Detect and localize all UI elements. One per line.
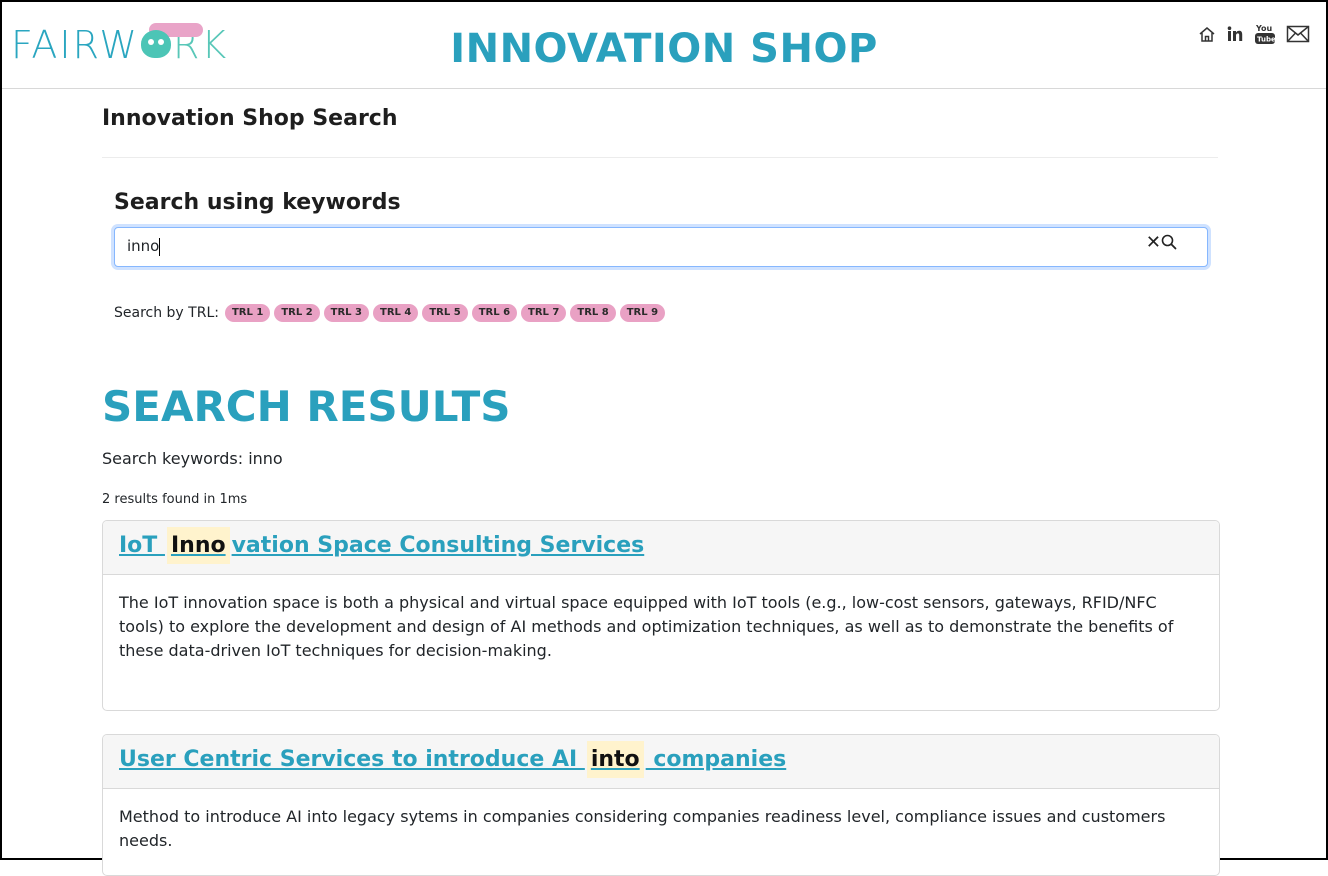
social-links: You Tube [1198,22,1310,46]
result-description: The IoT innovation space is both a physi… [119,593,1174,660]
search-input[interactable]: inno [127,237,1127,256]
results-count: 2 results found in 1ms [102,492,248,507]
trl-badge-8[interactable]: TRL 8 [570,304,616,322]
trl-badge-4[interactable]: TRL 4 [373,304,419,322]
page-heading: Innovation Shop Search [102,106,398,131]
trl-badge-1[interactable]: TRL 1 [224,304,271,322]
result-card-header: IoT Inno vation Space Consulting Services [103,521,1219,575]
keyword-highlight: Inno [166,527,230,564]
trl-label: Search by TRL: [114,305,219,321]
result-title-link[interactable]: User Centric Services to introduce AI in… [119,741,786,778]
trl-filter-row: Search by TRL: TRL 1 TRL 2 TRL 3 TRL 4 T… [114,304,666,322]
result-card: IoT Inno vation Space Consulting Services… [102,520,1220,711]
search-box[interactable]: inno ✕ [114,227,1208,267]
trl-badge-2[interactable]: TRL 2 [274,304,320,322]
trl-badge-6[interactable]: TRL 6 [471,304,518,322]
linkedin-icon[interactable] [1226,25,1244,43]
clear-icon[interactable]: ✕ [1146,233,1161,253]
result-card-header: User Centric Services to introduce AI in… [103,735,1219,789]
search-keywords-text: Search keywords: inno [102,449,283,468]
svg-text:Tube: Tube [1257,36,1276,44]
keyword-search-section: Search using keywords inno ✕ [114,190,1208,267]
search-icon[interactable] [1161,234,1177,254]
result-title-link[interactable]: IoT Inno vation Space Consulting Services [119,527,644,564]
search-title: Search using keywords [114,190,401,215]
trl-badge-7[interactable]: TRL 7 [521,304,567,322]
result-card: User Centric Services to introduce AI in… [102,734,1220,876]
youtube-icon[interactable]: You Tube [1254,22,1276,46]
site-header: FAIRW RK INNOVATION SHOP You Tube [2,2,1326,89]
mail-icon[interactable] [1286,25,1310,43]
site-title: INNOVATION SHOP [450,26,878,72]
keyword-highlight: into [586,741,644,778]
svg-text:You: You [1255,24,1273,33]
trl-badge-9[interactable]: TRL 9 [619,304,666,322]
trl-badge-5[interactable]: TRL 5 [422,304,468,322]
search-input-value: inno [127,237,160,255]
home-icon[interactable] [1198,25,1216,43]
text-caret [159,237,161,256]
divider [102,157,1218,158]
results-title: SEARCH RESULTS [102,382,511,431]
result-description: Method to introduce AI into legacy sytem… [119,807,1166,850]
trl-badge-3[interactable]: TRL 3 [323,304,369,322]
